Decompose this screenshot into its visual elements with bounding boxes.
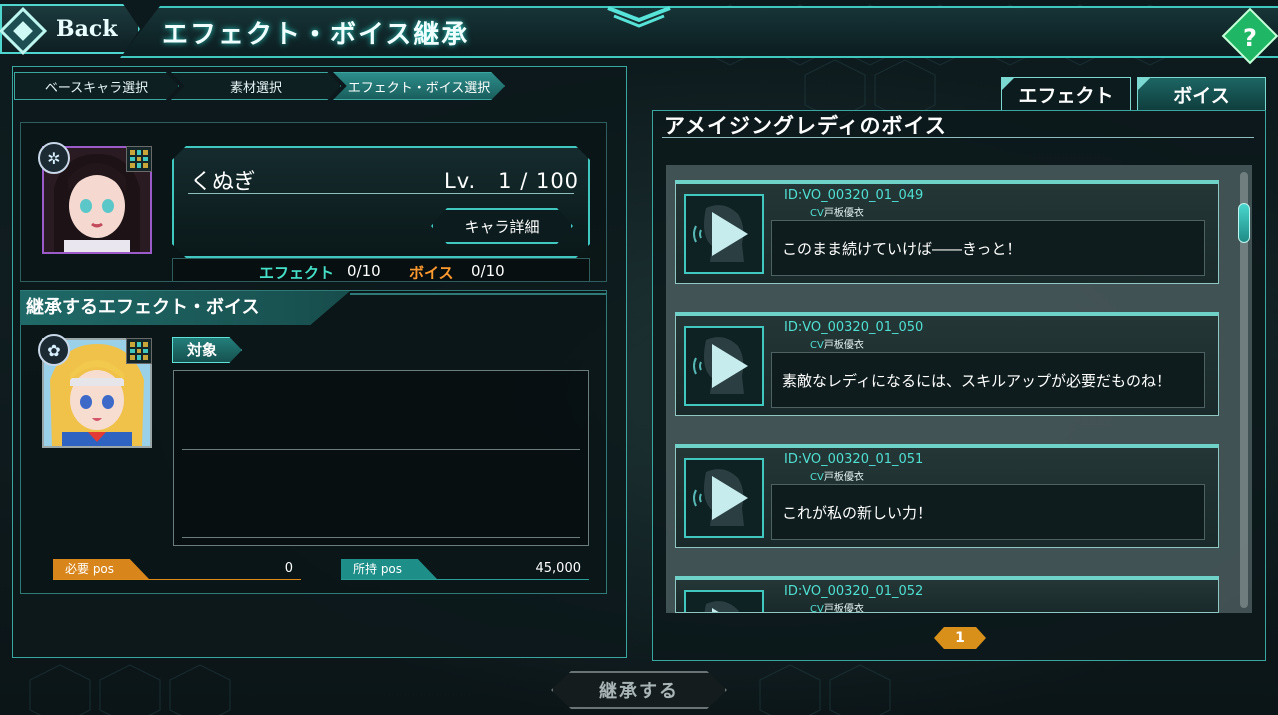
voice-id: ID:VO_00320_01_049 (784, 188, 924, 203)
help-icon: ? (1243, 24, 1257, 52)
voice-id: ID:VO_00320_01_050 (784, 320, 924, 335)
menu-chevron-icon[interactable] (604, 4, 674, 30)
top-bar: エフェクト・ボイス継承 Back ? (0, 0, 1278, 65)
rarity-grid-icon (126, 338, 152, 364)
owned-pos-value: 45,000 (535, 561, 582, 576)
cv-name: 戸板優衣 (823, 340, 864, 351)
back-label: Back (56, 16, 118, 42)
character-level: Lv. 1 / 100 (444, 169, 580, 193)
voice-line-text: 素敵なレディになるには、スキルアップが必要だものね！ (771, 352, 1205, 408)
character-detail-button[interactable]: キャラ詳細 (431, 208, 573, 244)
cv-name: 戸板優衣 (823, 604, 864, 613)
owned-pos-row: 所持 pos 45,000 (341, 559, 589, 580)
inherit-heading-line (350, 293, 606, 295)
voice-id: ID:VO_00320_01_052 (784, 584, 924, 599)
voice-play-icon[interactable] (684, 590, 764, 612)
effect-voice-counts: エフェクト 0/10 ボイス 0/10 (172, 258, 590, 282)
inherit-section-heading: 継承するエフェクト・ボイス (20, 291, 350, 325)
step-material[interactable]: 素材選択 (171, 72, 341, 100)
tab-voice[interactable]: ボイス (1137, 77, 1266, 111)
rarity-grid-icon (126, 146, 152, 172)
voice-cv: CV戸板優衣 (810, 468, 864, 483)
cv-name: 戸板優衣 (823, 208, 864, 219)
voice-cv: CV戸板優衣 (810, 204, 864, 219)
character-name: くぬぎ (190, 170, 256, 195)
tab-effect[interactable]: エフェクト (1001, 77, 1131, 111)
required-pos-row: 必要 pos 0 (53, 559, 301, 580)
voice-play-icon[interactable] (684, 458, 764, 538)
effect-count-label: エフェクト (259, 264, 335, 282)
voice-item[interactable]: ID:VO_00320_01_050 CV戸板優衣 素敵なレディになるには、スキ… (675, 312, 1219, 416)
cv-prefix: CV (810, 208, 824, 219)
voice-id: ID:VO_00320_01_051 (784, 452, 924, 467)
required-pos-value: 0 (284, 561, 293, 576)
voice-count-label: ボイス (409, 264, 454, 282)
step-breadcrumb: ベースキャラ選択 素材選択 エフェクト・ボイス選択 (14, 72, 505, 100)
page-title: エフェクト・ボイス継承 (162, 20, 470, 50)
voice-play-icon[interactable] (684, 194, 764, 274)
cv-prefix: CV (810, 472, 824, 483)
voice-item[interactable]: ID:VO_00320_01_052 CV戸板優衣 (675, 576, 1219, 613)
voice-cv: CV戸板優衣 (810, 336, 864, 351)
inherit-button[interactable]: 継承する (551, 671, 727, 709)
cv-prefix: CV (810, 604, 824, 613)
voice-line-text: このまま続けていけば――きっと！ (771, 220, 1205, 276)
owned-pos-label: 所持 pos (341, 559, 437, 579)
voice-title-divider (662, 137, 1254, 138)
voice-item[interactable]: ID:VO_00320_01_051 CV戸板優衣 これが私の新しい力！ (675, 444, 1219, 548)
attribute-emblem-icon: ✲ (38, 142, 70, 174)
target-tag: 対象 (172, 337, 242, 363)
name-divider (188, 193, 574, 194)
effect-count-value: 0/10 (347, 262, 381, 280)
voice-list-scroll-thumb[interactable] (1238, 203, 1250, 243)
voice-panel-title: アメイジングレディのボイス (664, 114, 947, 138)
required-pos-label: 必要 pos (53, 559, 149, 579)
target-list-area (173, 370, 589, 546)
target-divider (182, 449, 580, 450)
voice-count-value: 0/10 (471, 262, 505, 280)
voice-line-text: これが私の新しい力！ (771, 484, 1205, 540)
target-divider (182, 537, 580, 538)
attribute-emblem-icon: ✿ (38, 334, 70, 366)
voice-item[interactable]: ID:VO_00320_01_049 CV戸板優衣 このまま続けていけば――きっ… (675, 180, 1219, 284)
page-indicator[interactable]: 1 (934, 627, 986, 649)
cv-prefix: CV (810, 340, 824, 351)
voice-play-icon[interactable] (684, 326, 764, 406)
cv-name: 戸板優衣 (823, 472, 864, 483)
step-base-character[interactable]: ベースキャラ選択 (14, 72, 179, 100)
step-effect-voice[interactable]: エフェクト・ボイス選択 (333, 72, 505, 100)
voice-cv: CV戸板優衣 (810, 600, 864, 613)
